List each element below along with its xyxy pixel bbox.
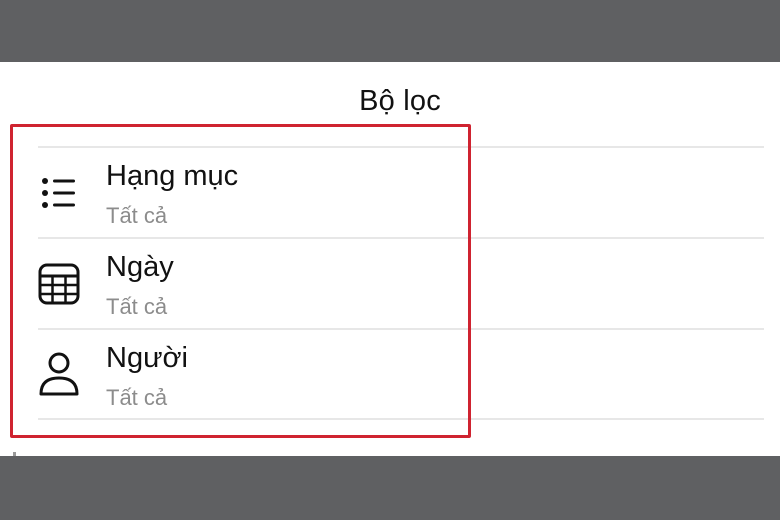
filter-value-category: Tất cả — [106, 203, 168, 228]
filter-row-person[interactable]: Người Tất cả — [0, 330, 780, 420]
filter-label-category: Hạng mục — [106, 160, 239, 192]
person-icon — [36, 352, 82, 398]
filter-panel: Bộ lọc Hạng mục Tất cả Ngày Tất cả Người… — [0, 62, 780, 456]
filter-row-date[interactable]: Ngày Tất cả — [0, 239, 780, 329]
divider — [38, 418, 764, 420]
filter-label-date: Ngày — [106, 251, 174, 283]
filter-label-person: Người — [106, 342, 188, 374]
filter-value-person: Tất cả — [106, 385, 168, 410]
scroll-mark — [13, 452, 16, 456]
filter-row-category[interactable]: Hạng mục Tất cả — [0, 148, 780, 238]
page-title: Bộ lọc — [359, 85, 441, 117]
filter-value-date: Tất cả — [106, 294, 168, 319]
calendar-icon — [36, 261, 82, 307]
list-icon — [36, 170, 82, 216]
